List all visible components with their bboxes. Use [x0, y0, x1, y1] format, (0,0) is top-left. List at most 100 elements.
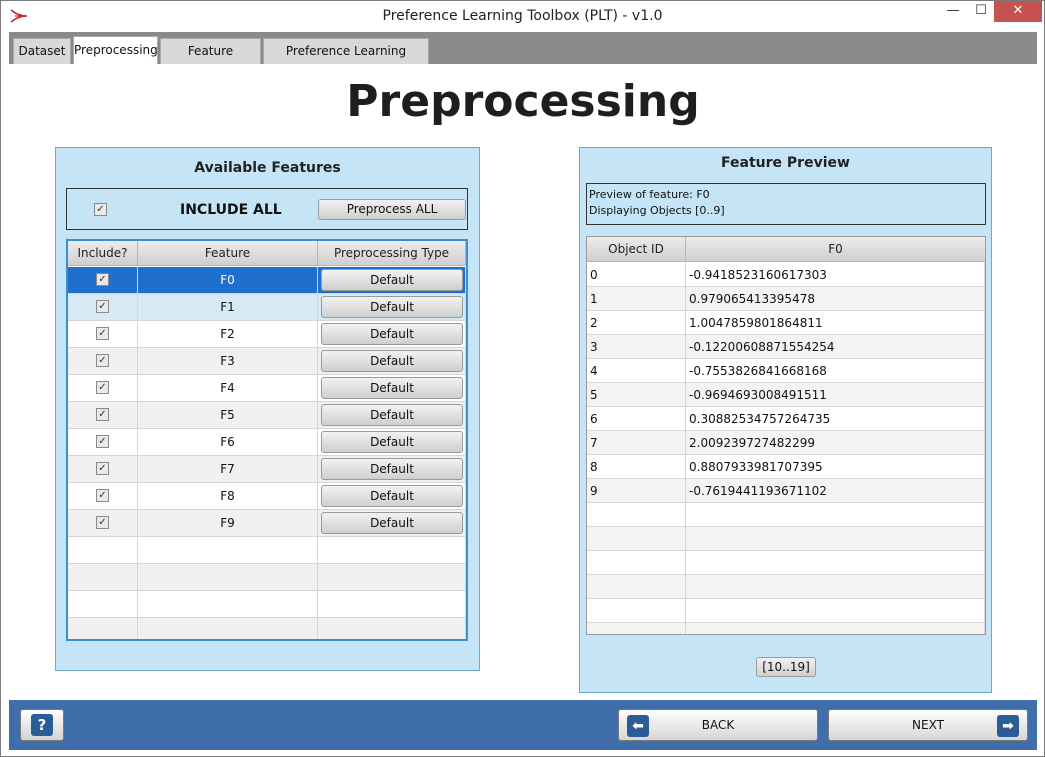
- help-button[interactable]: ?: [20, 709, 64, 741]
- available-features-panel: Available Features ✓ INCLUDE ALL Preproc…: [55, 147, 480, 671]
- tab-bar: Dataset Preprocessing Feature Selection …: [9, 32, 1037, 82]
- column-header-feature[interactable]: Feature: [138, 241, 318, 266]
- feature-name-cell: F1: [138, 294, 318, 321]
- preprocessing-type-button[interactable]: Default: [321, 296, 463, 318]
- feature-value-cell: 0.979065413395478: [686, 287, 985, 311]
- preprocessing-type-cell: Default: [318, 456, 466, 483]
- table-row[interactable]: 7 2.009239727482299: [587, 431, 985, 455]
- preprocessing-type-button[interactable]: Default: [321, 458, 463, 480]
- preprocessing-type-button[interactable]: Default: [321, 485, 463, 507]
- preprocessing-type-button[interactable]: Default: [321, 350, 463, 372]
- next-button[interactable]: NEXT ➡: [828, 709, 1028, 741]
- include-checkbox[interactable]: ✓: [96, 462, 109, 475]
- include-checkbox[interactable]: ✓: [96, 408, 109, 421]
- include-all-label: INCLUDE ALL: [180, 202, 282, 218]
- column-header-object-id[interactable]: Object ID: [587, 237, 686, 262]
- preprocessing-type-cell: Default: [318, 375, 466, 402]
- help-icon: ?: [31, 714, 53, 736]
- include-checkbox[interactable]: ✓: [96, 489, 109, 502]
- include-checkbox[interactable]: ✓: [96, 381, 109, 394]
- preprocessing-type-button[interactable]: Default: [321, 323, 463, 345]
- table-row[interactable]: ✓ F4 Default: [68, 375, 466, 402]
- table-row[interactable]: ✓ F0 Default: [68, 267, 466, 294]
- feature-name-cell: F0: [138, 267, 318, 294]
- tab-preprocessing[interactable]: Preprocessing: [73, 36, 158, 64]
- table-row[interactable]: 9 -0.7619441193671102: [587, 479, 985, 503]
- tab-preference-learning-methods[interactable]: Preference Learning Methods: [263, 38, 429, 82]
- window-title: Preference Learning Toolbox (PLT) - v1.0: [382, 8, 663, 24]
- feature-name-cell: F9: [138, 510, 318, 537]
- object-id-cell: 6: [587, 407, 686, 431]
- include-all-checkbox[interactable]: ✓: [94, 203, 107, 216]
- table-row[interactable]: ✓ F8 Default: [68, 483, 466, 510]
- feature-name-cell: F3: [138, 348, 318, 375]
- include-checkbox[interactable]: ✓: [96, 354, 109, 367]
- include-checkbox[interactable]: ✓: [96, 435, 109, 448]
- table-row[interactable]: ✓ F5 Default: [68, 402, 466, 429]
- maximize-button[interactable]: ☐: [968, 1, 994, 22]
- preview-table[interactable]: Object ID F0 0 -0.9418523160617303 1 0.9790…: [586, 236, 986, 635]
- preprocessing-type-button[interactable]: Default: [321, 431, 463, 453]
- feature-value-cell: [686, 599, 985, 623]
- preprocess-all-button[interactable]: Preprocess ALL: [318, 199, 466, 220]
- table-row[interactable]: 2 1.0047859801864811: [587, 311, 985, 335]
- include-cell: ✓: [68, 510, 138, 537]
- bottom-bar: ? ⬅ BACK NEXT ➡: [9, 700, 1037, 750]
- column-header-include[interactable]: Include?: [68, 241, 138, 266]
- object-id-cell: 0: [587, 263, 686, 287]
- preprocessing-type-button[interactable]: Default: [321, 377, 463, 399]
- table-row[interactable]: ✓ F2 Default: [68, 321, 466, 348]
- feature-value-cell: -0.9418523160617303: [686, 263, 985, 287]
- table-row[interactable]: 5 -0.9694693008491511: [587, 383, 985, 407]
- feature-name-cell: F4: [138, 375, 318, 402]
- table-row[interactable]: ✓ F9 Default: [68, 510, 466, 537]
- features-table[interactable]: Include? Feature Preprocessing Type ✓ F0 D…: [66, 239, 468, 641]
- object-id-cell: [587, 551, 686, 575]
- table-row[interactable]: 3 -0.12200608871554254: [587, 335, 985, 359]
- minimize-button[interactable]: —: [938, 1, 968, 22]
- table-row[interactable]: ✓ F1 Default: [68, 294, 466, 321]
- feature-value-cell: 2.009239727482299: [686, 431, 985, 455]
- column-header-f0[interactable]: F0: [686, 237, 985, 262]
- preprocessing-type-cell: Default: [318, 510, 466, 537]
- table-row[interactable]: 1 0.979065413395478: [587, 287, 985, 311]
- table-row[interactable]: ✓ F3 Default: [68, 348, 466, 375]
- preprocessing-type-cell: Default: [318, 294, 466, 321]
- next-objects-button[interactable]: [10..19]: [756, 657, 816, 677]
- preprocessing-type-button[interactable]: Default: [321, 404, 463, 426]
- feature-value-cell: -0.7553826841668168: [686, 359, 985, 383]
- close-button[interactable]: ✕: [994, 1, 1042, 22]
- object-id-cell: [587, 599, 686, 623]
- include-checkbox[interactable]: ✓: [96, 516, 109, 529]
- feature-name-cell: F2: [138, 321, 318, 348]
- preprocessing-type-button[interactable]: Default: [321, 512, 463, 534]
- main-content: Preprocessing Available Features ✓ INCLU…: [9, 64, 1037, 700]
- tab-feature-selection[interactable]: Feature Selection: [160, 38, 261, 82]
- table-row[interactable]: 6 0.30882534757264735: [587, 407, 985, 431]
- table-row[interactable]: 0 -0.9418523160617303: [587, 263, 985, 287]
- preprocessing-type-button[interactable]: Default: [321, 269, 463, 291]
- feature-name-cell: [138, 618, 318, 639]
- include-checkbox[interactable]: ✓: [96, 273, 109, 286]
- table-row[interactable]: 4 -0.7553826841668168: [587, 359, 985, 383]
- arrow-right-icon: ➡: [997, 715, 1019, 737]
- include-checkbox[interactable]: ✓: [96, 327, 109, 340]
- tab-dataset[interactable]: Dataset: [13, 38, 71, 64]
- feature-value-cell: -0.12200608871554254: [686, 335, 985, 359]
- include-all-box: ✓ INCLUDE ALL Preprocess ALL: [66, 188, 468, 230]
- back-button[interactable]: ⬅ BACK: [618, 709, 818, 741]
- include-cell: ✓: [68, 429, 138, 456]
- column-header-preprocessing-type[interactable]: Preprocessing Type: [318, 241, 466, 266]
- feature-value-cell: 0.8807933981707395: [686, 455, 985, 479]
- table-row[interactable]: ✓ F6 Default: [68, 429, 466, 456]
- table-row[interactable]: ✓ F7 Default: [68, 456, 466, 483]
- feature-name-cell: F7: [138, 456, 318, 483]
- object-id-cell: 2: [587, 311, 686, 335]
- object-id-cell: 9: [587, 479, 686, 503]
- empty-table-row: [68, 618, 466, 639]
- preprocessing-type-cell: [318, 591, 466, 618]
- table-row[interactable]: 8 0.8807933981707395: [587, 455, 985, 479]
- feature-value-cell: [686, 551, 985, 575]
- object-id-cell: 1: [587, 287, 686, 311]
- include-checkbox[interactable]: ✓: [96, 300, 109, 313]
